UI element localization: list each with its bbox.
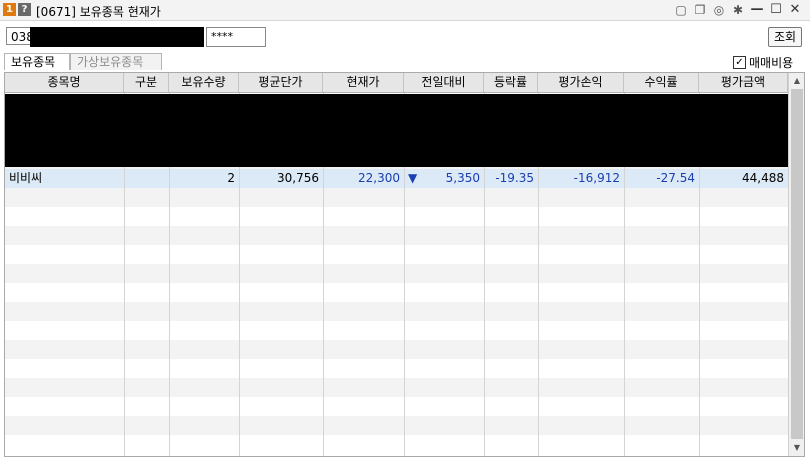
empty-table-row[interactable] xyxy=(5,264,788,283)
col-header-qty[interactable]: 보유수량 xyxy=(169,73,239,92)
window-title: [0671] 보유종목 현재가 xyxy=(36,5,161,19)
trading-cost-checkbox[interactable]: ✓ xyxy=(733,56,746,69)
window-copy-icon[interactable]: ❐ xyxy=(693,2,707,18)
empty-table-row[interactable] xyxy=(5,283,788,302)
redacted-rows xyxy=(5,94,804,167)
cell-avg-price: 30,756 xyxy=(277,171,319,185)
cell-return: -27.54 xyxy=(656,171,695,185)
empty-table-row[interactable] xyxy=(5,397,788,416)
col-header-return[interactable]: 수익률 xyxy=(624,73,699,92)
empty-table-row[interactable] xyxy=(5,302,788,321)
holdings-table: 종목명 구분 보유수량 평균단가 현재가 전일대비 등락률 평가손익 수익률 평… xyxy=(4,72,805,457)
empty-table-row[interactable] xyxy=(5,245,788,264)
cell-pnl: -16,912 xyxy=(573,171,620,185)
empty-table-row[interactable] xyxy=(5,359,788,378)
scroll-down-icon[interactable]: ▼ xyxy=(791,442,803,454)
tab-virtual-holdings[interactable]: 가상보유종목 xyxy=(70,53,162,70)
gear-icon[interactable]: ✱ xyxy=(731,2,745,18)
col-header-avg-price[interactable]: 평균단가 xyxy=(239,73,323,92)
table-header: 종목명 구분 보유수량 평균단가 현재가 전일대비 등락률 평가손익 수익률 평… xyxy=(5,73,788,93)
empty-table-row[interactable] xyxy=(5,188,788,207)
maximize-icon[interactable]: ☐ xyxy=(769,2,783,18)
empty-table-row[interactable] xyxy=(5,435,788,454)
table-row[interactable]: 비비씨 2 30,756 22,300 ▼ 5,350 -19.35 -16,9… xyxy=(5,169,788,188)
cell-qty: 2 xyxy=(227,171,235,185)
account-redaction xyxy=(30,27,204,47)
col-header-rate[interactable]: 등락률 xyxy=(484,73,538,92)
cell-change: 5,350 xyxy=(445,171,480,185)
col-header-cur-price[interactable]: 현재가 xyxy=(323,73,404,92)
help-icon[interactable]: ? xyxy=(18,3,31,16)
trading-cost-label: 매매비용 xyxy=(749,56,794,70)
col-header-pnl[interactable]: 평가손익 xyxy=(538,73,624,92)
search-button[interactable]: 조회 xyxy=(768,27,802,47)
col-header-change[interactable]: 전일대비 xyxy=(404,73,484,92)
vertical-scrollbar[interactable]: ▲ ▼ xyxy=(788,73,804,456)
col-header-value[interactable]: 평가금액 xyxy=(699,73,788,92)
empty-table-row[interactable] xyxy=(5,226,788,245)
col-header-name[interactable]: 종목명 xyxy=(5,73,124,92)
scroll-thumb[interactable] xyxy=(791,89,803,439)
empty-table-row[interactable] xyxy=(5,378,788,397)
cell-cur-price: 22,300 xyxy=(358,171,400,185)
cell-rate: -19.35 xyxy=(495,171,534,185)
cell-type xyxy=(124,169,169,188)
empty-table-row[interactable] xyxy=(5,416,788,435)
cell-name: 비비씨 xyxy=(9,171,43,185)
minimize-icon[interactable]: — xyxy=(750,2,764,18)
empty-table-row[interactable] xyxy=(5,340,788,359)
close-icon[interactable]: ✕ xyxy=(788,2,802,18)
trading-cost-option[interactable]: ✓ 매매비용 xyxy=(733,54,793,71)
down-arrow-icon: ▼ xyxy=(408,171,418,185)
password-field[interactable]: **** xyxy=(206,27,266,47)
cell-value: 44,488 xyxy=(742,171,784,185)
notepad-icon[interactable]: ▢ xyxy=(674,2,688,18)
empty-table-row[interactable] xyxy=(5,321,788,340)
col-header-type[interactable]: 구분 xyxy=(124,73,169,92)
empty-table-row[interactable] xyxy=(5,207,788,226)
window-controls: ▢ ❐ ◎ ✱ — ☐ ✕ xyxy=(674,2,802,18)
title-bar: 1 ? [0671] 보유종목 현재가 ▢ ❐ ◎ ✱ — ☐ ✕ xyxy=(0,0,810,21)
window-number-badge[interactable]: 1 xyxy=(3,3,16,16)
camera-icon[interactable]: ◎ xyxy=(712,2,726,18)
tab-holdings[interactable]: 보유종목 xyxy=(4,53,70,70)
scroll-up-icon[interactable]: ▲ xyxy=(791,75,803,87)
